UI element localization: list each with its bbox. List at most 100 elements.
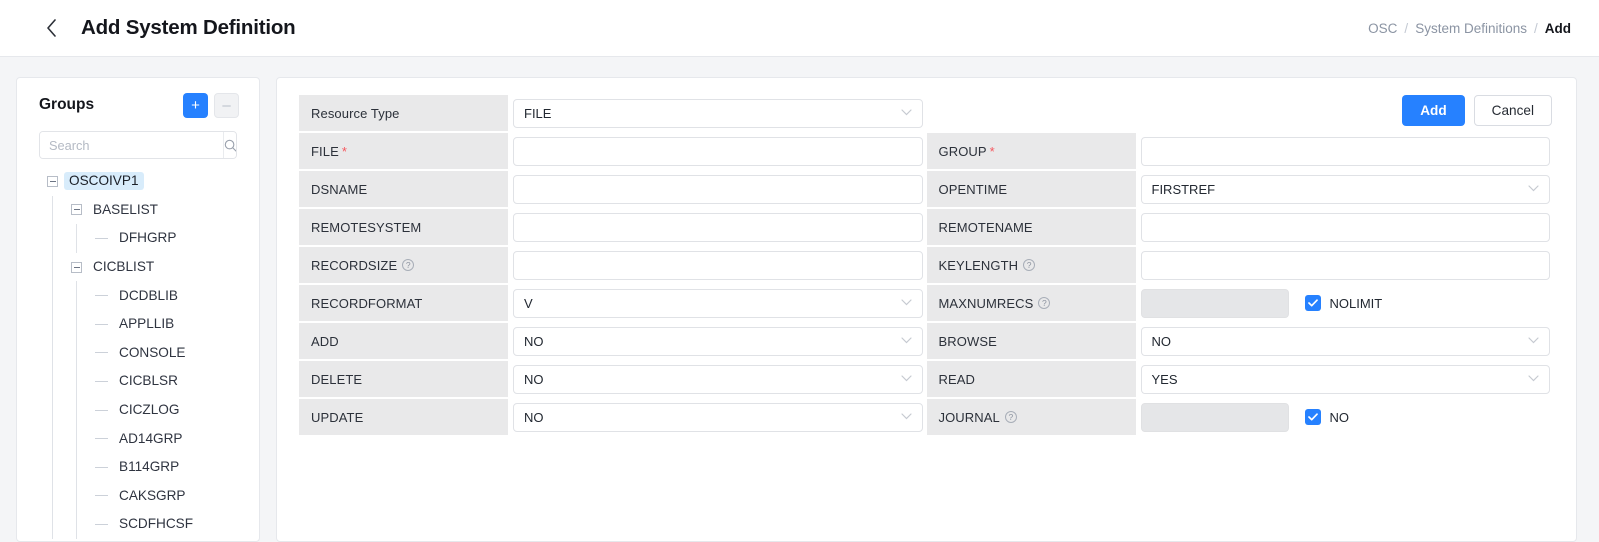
delete-select[interactable]: NO <box>513 365 923 394</box>
tree-collapse-toggle-icon[interactable] <box>47 176 58 187</box>
tree-item-label[interactable]: B114GRP <box>114 458 184 476</box>
group-search <box>39 131 237 159</box>
remove-group-button[interactable]: – <box>214 93 239 118</box>
read-select[interactable]: YES <box>1141 365 1551 394</box>
add-select[interactable]: NO <box>513 327 923 356</box>
tree-item-console[interactable]: CONSOLE <box>17 339 259 368</box>
field-control-wrap-maxnumrecs: NOLIMIT <box>1136 285 1555 321</box>
form-row-resource-type: Resource Type FILE <box>299 95 1554 131</box>
breadcrumb-separator: / <box>1404 21 1408 36</box>
field-control-wrap-journal: NO <box>1136 399 1555 435</box>
label-text: REMOTENAME <box>939 220 1033 235</box>
recordformat-value: V <box>524 296 533 311</box>
field-control-wrap-delete: NO <box>508 361 927 397</box>
tree-item-label[interactable]: CICZLOG <box>114 401 184 419</box>
tree-guide-line <box>52 482 53 511</box>
field-browse: BROWSE NO <box>927 323 1555 359</box>
field-label-add: ADD <box>299 323 508 359</box>
tree-item-label[interactable]: BASELIST <box>88 201 163 219</box>
tree-item-dcdblib[interactable]: DCDBLIB <box>17 281 259 310</box>
tree-item-oscoivp1[interactable]: OSCOIVP1 <box>17 167 259 196</box>
remotename-input[interactable] <box>1141 213 1551 242</box>
file-input[interactable] <box>513 137 923 166</box>
checkbox-label: NOLIMIT <box>1330 296 1383 311</box>
tree-item-label[interactable]: CAKSGRP <box>114 487 190 505</box>
checkbox-checked-icon[interactable] <box>1305 295 1321 311</box>
opentime-select[interactable]: FIRSTREF <box>1141 175 1551 204</box>
tree-guide-line <box>52 310 53 339</box>
recordformat-select[interactable]: V <box>513 289 923 318</box>
tree-item-label[interactable]: CICBLSR <box>114 372 183 390</box>
dsname-input[interactable] <box>513 175 923 204</box>
field-control-wrap-recordsize <box>508 247 927 283</box>
field-label-update: UPDATE <box>299 399 508 435</box>
tree-item-cicblsr[interactable]: CICBLSR <box>17 367 259 396</box>
breadcrumb-item-osc[interactable]: OSC <box>1368 21 1397 36</box>
tree-item-dfhgrp[interactable]: DFHGRP <box>17 224 259 253</box>
chevron-down-icon <box>1528 335 1539 347</box>
tree-item-cicblist[interactable]: CICBLIST <box>17 253 259 282</box>
label-text: DELETE <box>311 372 362 387</box>
form-actions: Add Cancel <box>1402 95 1552 126</box>
recordsize-input[interactable] <box>513 251 923 280</box>
tree-leaf-connector <box>95 295 108 296</box>
field-read: READYES <box>927 361 1555 397</box>
tree-leaf-connector <box>95 495 108 496</box>
remotesystem-input[interactable] <box>513 213 923 242</box>
tree-item-label[interactable]: CICBLIST <box>88 258 159 276</box>
tree-item-label[interactable]: DFHGRP <box>114 229 181 247</box>
tree-item-b114grp[interactable]: B114GRP <box>17 453 259 482</box>
tree-item-ciczlog[interactable]: CICZLOG <box>17 396 259 425</box>
tree-guide-line <box>76 224 77 253</box>
add-group-button[interactable]: + <box>183 93 208 118</box>
label-text: REMOTESYSTEM <box>311 220 421 235</box>
keylength-input[interactable] <box>1141 251 1551 280</box>
tree-item-caksgrp[interactable]: CAKSGRP <box>17 482 259 511</box>
label-text: BROWSE <box>939 334 997 349</box>
chevron-down-icon <box>901 411 912 423</box>
field-update: UPDATENO <box>299 399 927 435</box>
group-input[interactable] <box>1141 137 1551 166</box>
back-chevron-left-icon[interactable] <box>40 17 62 39</box>
checkbox-checked-icon[interactable] <box>1305 409 1321 425</box>
label-text: RECORDSIZE <box>311 258 397 273</box>
maxnumrecs-checkbox-group[interactable]: NOLIMIT <box>1305 295 1383 311</box>
tree-item-label[interactable]: SCDFHCSF <box>114 515 198 533</box>
tree-item-ad14grp[interactable]: AD14GRP <box>17 424 259 453</box>
chevron-down-icon <box>901 373 912 385</box>
field-label-file: FILE* <box>299 133 508 169</box>
tree-item-label[interactable]: DCDBLIB <box>114 287 183 305</box>
tree-guide-line <box>76 453 77 482</box>
add-button[interactable]: Add <box>1402 95 1464 126</box>
update-select[interactable]: NO <box>513 403 923 432</box>
tree-item-scdfhcsf[interactable]: SCDFHCSF <box>17 510 259 539</box>
tree-item-label[interactable]: CONSOLE <box>114 344 190 362</box>
tree-leaf-connector <box>95 238 108 239</box>
tree-guide-line <box>76 482 77 511</box>
form-row: REMOTESYSTEM REMOTENAME <box>299 209 1554 245</box>
help-icon[interactable]: ? <box>402 259 414 271</box>
help-icon[interactable]: ? <box>1038 297 1050 309</box>
field-remotesystem: REMOTESYSTEM <box>299 209 927 245</box>
help-icon[interactable]: ? <box>1023 259 1035 271</box>
search-input[interactable] <box>40 132 223 158</box>
tree-item-label[interactable]: OSCOIVP1 <box>64 172 144 190</box>
cancel-button[interactable]: Cancel <box>1474 95 1552 126</box>
tree-guide-line <box>52 339 53 368</box>
breadcrumb-item-system-definitions[interactable]: System Definitions <box>1415 21 1527 36</box>
search-submit-button[interactable] <box>223 132 237 158</box>
chevron-down-icon <box>901 335 912 347</box>
tree-item-baselist[interactable]: BASELIST <box>17 196 259 225</box>
tree-item-label[interactable]: APPLLIB <box>114 315 179 333</box>
tree-guide-line <box>52 396 53 425</box>
browse-select[interactable]: NO <box>1141 327 1551 356</box>
tree-item-appllib[interactable]: APPLLIB <box>17 310 259 339</box>
help-icon[interactable]: ? <box>1005 411 1017 423</box>
resource-type-select[interactable]: FILE <box>513 99 923 128</box>
journal-checkbox-group[interactable]: NO <box>1305 409 1350 425</box>
tree-leaf-connector <box>95 410 108 411</box>
tree-collapse-toggle-icon[interactable] <box>71 262 82 273</box>
tree-guide-line <box>76 339 77 368</box>
tree-item-label[interactable]: AD14GRP <box>114 430 187 448</box>
tree-collapse-toggle-icon[interactable] <box>71 204 82 215</box>
